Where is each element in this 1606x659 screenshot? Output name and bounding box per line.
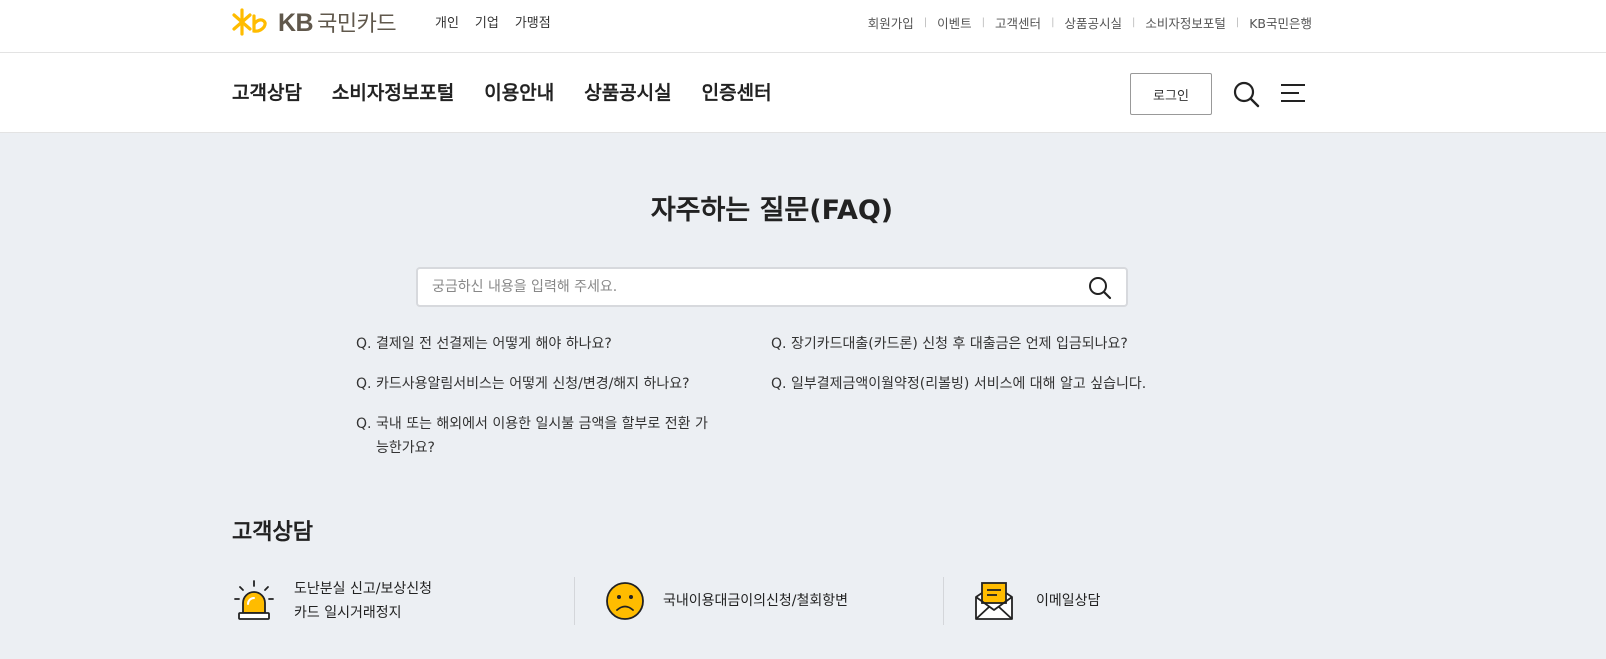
segment-business[interactable]: 기업: [475, 12, 499, 31]
segment-nav: 개인 기업 가맹점: [435, 12, 551, 31]
faq-q-prefix: Q.: [356, 416, 372, 432]
gnb-item-customer-consult[interactable]: 고객상담: [232, 78, 302, 105]
service-email-consult[interactable]: 이메일상담: [972, 576, 1100, 626]
faq-item[interactable]: Q. 국내 또는 해외에서 이용한 일시불 금액을 할부로 전환 가능한가요?: [356, 412, 716, 460]
faq-q-prefix: Q.: [771, 336, 787, 352]
top-bar: KB 국민카드 개인 기업 가맹점 회원가입 | 이벤트 | 고객센터 | 상품공…: [0, 0, 1606, 53]
divider: [574, 577, 575, 625]
faq-question: 장기카드대출(카드론) 신청 후 대출금은 언제 입금되나요?: [791, 336, 1128, 352]
util-separator: |: [923, 17, 928, 28]
faq-search-box: [416, 267, 1128, 307]
faq-item[interactable]: Q. 일부결제금액이월약정(리볼빙) 서비스에 대해 알고 싶습니다.: [771, 372, 1191, 396]
util-product-disclosure-link[interactable]: 상품공시실: [1064, 13, 1122, 32]
utility-nav: 회원가입 | 이벤트 | 고객센터 | 상품공시실 | 소비자정보포털 | KB…: [868, 13, 1312, 32]
logo-text: KB 국민카드: [278, 9, 397, 37]
util-consumer-portal-link[interactable]: 소비자정보포털: [1145, 13, 1226, 32]
consult-section-title: 고객상담: [232, 520, 313, 545]
search-icon[interactable]: [1088, 276, 1112, 300]
service-label: 도난분실 신고/보상신청: [294, 581, 432, 597]
util-separator: |: [1131, 17, 1136, 28]
util-kb-bank-link[interactable]: KB국민은행: [1249, 13, 1312, 32]
faq-search-input[interactable]: [432, 269, 1052, 305]
service-label: 카드 일시거래정지: [294, 605, 402, 621]
segment-merchant[interactable]: 가맹점: [515, 12, 551, 31]
email-icon: [975, 582, 1013, 620]
faq-item[interactable]: Q. 장기카드대출(카드론) 신청 후 대출금은 언제 입금되나요?: [771, 332, 1191, 356]
gnb-menu: 고객상담 소비자정보포털 이용안내 상품공시실 인증센터: [232, 78, 772, 105]
util-separator: |: [1051, 17, 1055, 28]
kb-kookmin-card-logo[interactable]: KB 국민카드: [232, 6, 397, 38]
util-separator: |: [1235, 17, 1240, 28]
siren-icon: [234, 580, 274, 620]
segment-personal[interactable]: 개인: [435, 12, 459, 31]
service-label: 이메일상담: [1036, 593, 1101, 609]
hamburger-menu-icon[interactable]: [1280, 81, 1306, 105]
gnb-item-consumer-portal[interactable]: 소비자정보포털: [332, 78, 454, 105]
faq-item[interactable]: Q. 카드사용알림서비스는 어떻게 신청/변경/해지 하나요?: [356, 372, 726, 396]
faq-title: 자주하는 질문(FAQ): [650, 195, 894, 226]
util-separator: |: [981, 17, 986, 28]
service-theft-loss-report[interactable]: 도난분실 신고/보상신청 카드 일시거래정지: [232, 576, 432, 626]
faq-q-prefix: Q.: [356, 376, 372, 392]
faq-question: 국내 또는 해외에서 이용한 일시불 금액을 할부로 전환 가능한가요?: [376, 416, 708, 456]
util-event-link[interactable]: 이벤트: [937, 13, 972, 32]
global-nav: 고객상담 소비자정보포털 이용안내 상품공시실 인증센터 로그인: [0, 53, 1606, 133]
divider: [943, 577, 944, 625]
util-customer-center-link[interactable]: 고객센터: [995, 13, 1041, 32]
gnb-item-certification-center[interactable]: 인증센터: [702, 78, 772, 105]
faq-question: 일부결제금액이월약정(리볼빙) 서비스에 대해 알고 싶습니다.: [791, 376, 1147, 392]
util-signup-link[interactable]: 회원가입: [868, 13, 914, 32]
kb-star-icon: [232, 8, 267, 36]
faq-q-prefix: Q.: [356, 336, 372, 352]
gnb-item-usage-guide[interactable]: 이용안내: [484, 78, 554, 105]
login-button[interactable]: 로그인: [1130, 73, 1212, 115]
faq-item[interactable]: Q. 결제일 전 선결제는 어떻게 해야 하나요?: [356, 332, 726, 356]
faq-question: 결제일 전 선결제는 어떻게 해야 하나요?: [376, 336, 612, 352]
gnb-item-product-disclosure[interactable]: 상품공시실: [584, 78, 671, 105]
service-objection-request[interactable]: 국내이용대금이의신청/철회항변: [603, 576, 848, 626]
service-label: 국내이용대금이의신청/철회항변: [663, 593, 849, 609]
faq-question: 카드사용알림서비스는 어떻게 신청/변경/해지 하나요?: [376, 376, 690, 392]
frown-face-icon: [606, 582, 644, 620]
search-icon[interactable]: [1232, 80, 1260, 108]
faq-q-prefix: Q.: [771, 376, 787, 392]
